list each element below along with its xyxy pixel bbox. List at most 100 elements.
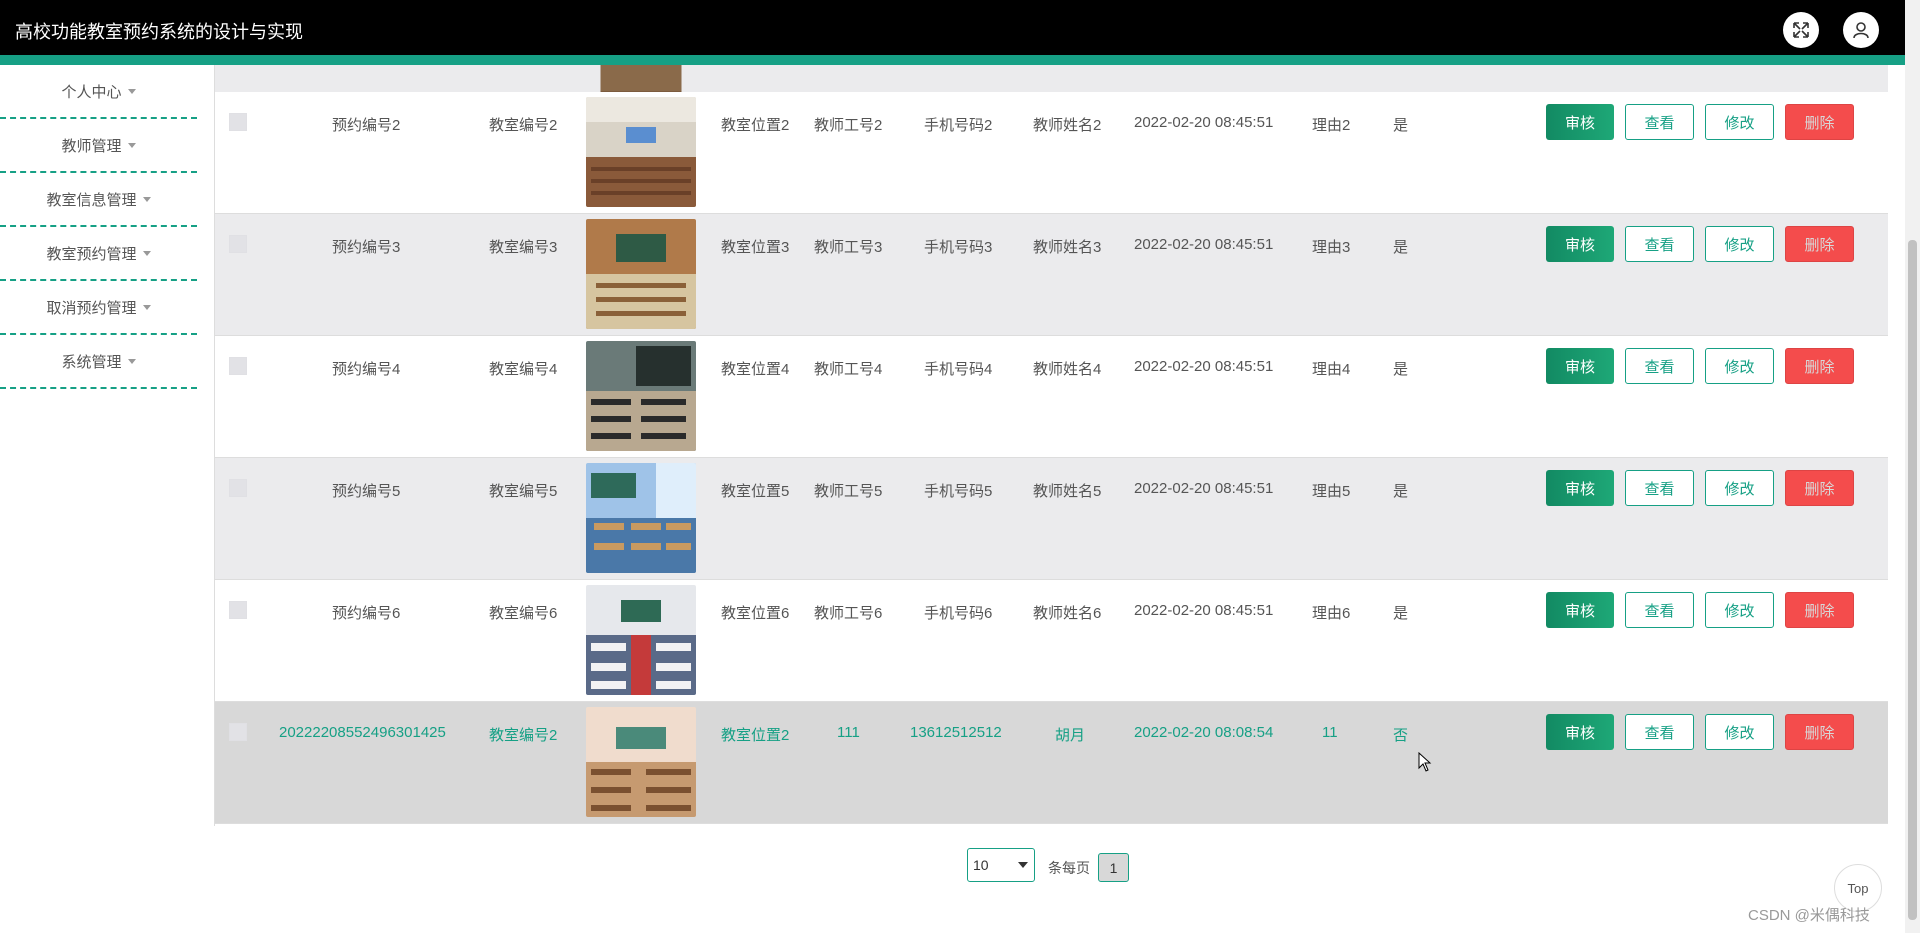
view-button[interactable]: 查看: [1625, 470, 1694, 506]
approved-status: 是: [1393, 239, 1409, 256]
fullscreen-icon[interactable]: [1783, 12, 1819, 48]
classroom-number: 教室编号4: [489, 361, 558, 378]
classroom-number: 教室编号2: [489, 117, 558, 134]
edit-button[interactable]: 修改: [1705, 104, 1774, 140]
delete-button[interactable]: 删除: [1785, 226, 1854, 262]
table-row: 预约编号3 教室编号3 教室位置3 教师工号3 手机号码3 教师姓名3 2022…: [215, 214, 1888, 336]
page-number-button[interactable]: 1: [1098, 853, 1129, 882]
caret-down-icon: [127, 88, 136, 94]
approved-status: 是: [1393, 605, 1409, 622]
audit-button[interactable]: 审核: [1546, 104, 1614, 140]
view-button[interactable]: 查看: [1625, 104, 1694, 140]
booking-reason: 理由4: [1312, 361, 1351, 378]
view-button[interactable]: 查看: [1625, 348, 1694, 384]
caret-down-icon: [127, 358, 136, 364]
scrollbar-thumb[interactable]: [1908, 240, 1917, 920]
edit-button[interactable]: 修改: [1705, 226, 1774, 262]
classroom-thumbnail: [586, 463, 696, 573]
sidebar-item-system-management[interactable]: 系统管理: [0, 335, 197, 389]
table-row: 预约编号4 教室编号4 教室位置4 教师工号4 手机号码4 教师姓名4 2022…: [215, 336, 1888, 458]
booking-number: 预约编号4: [332, 361, 401, 378]
teacher-name: 胡月: [1055, 727, 1086, 744]
classroom-location: 教室位置2: [721, 117, 790, 134]
caret-down-icon: [142, 196, 151, 202]
phone-number: 手机号码6: [924, 605, 993, 622]
booking-reason: 理由2: [1312, 117, 1351, 134]
user-icon[interactable]: [1843, 12, 1879, 48]
caret-down-icon: [142, 250, 151, 256]
row-checkbox[interactable]: [229, 357, 247, 375]
sidebar-item-cancel-booking[interactable]: 取消预约管理: [0, 281, 197, 335]
audit-button[interactable]: 审核: [1546, 348, 1614, 384]
classroom-location: 教室位置6: [721, 605, 790, 622]
teacher-id: 教师工号2: [814, 117, 883, 134]
approved-status: 否: [1393, 727, 1409, 744]
booking-time: 2022-02-20 08:45:51: [1134, 480, 1274, 497]
teacher-id: 教师工号4: [814, 361, 883, 378]
booking-reason: 理由6: [1312, 605, 1351, 622]
view-button[interactable]: 查看: [1625, 714, 1694, 750]
classroom-location: 教室位置3: [721, 239, 790, 256]
classroom-location: 教室位置5: [721, 483, 790, 500]
delete-button[interactable]: 删除: [1785, 592, 1854, 628]
booking-reason: 理由3: [1312, 239, 1351, 256]
sidebar: 个人中心 教师管理 教室信息管理 教室预约管理 取消预约管理 系统管理: [0, 65, 197, 933]
row-checkbox[interactable]: [229, 235, 247, 253]
booking-number: 预约编号5: [332, 483, 401, 500]
booking-time: 2022-02-20 08:45:51: [1134, 602, 1274, 619]
classroom-thumbnail: [586, 707, 696, 817]
mouse-cursor-icon: [1418, 752, 1432, 772]
sidebar-item-teacher-management[interactable]: 教师管理: [0, 119, 197, 173]
booking-table: 预约编号2 教室编号2 教室位置2 教师工号2 手机号码2 教师姓名2 2022…: [214, 65, 1888, 826]
booking-number: 预约编号6: [332, 605, 401, 622]
phone-number: 13612512512: [910, 724, 1002, 741]
approved-status: 是: [1393, 483, 1409, 500]
edit-button[interactable]: 修改: [1705, 348, 1774, 384]
classroom-location: 教室位置4: [721, 361, 790, 378]
phone-number: 手机号码4: [924, 361, 993, 378]
delete-button[interactable]: 删除: [1785, 104, 1854, 140]
row-checkbox[interactable]: [229, 113, 247, 131]
teacher-id: 111: [837, 724, 860, 741]
audit-button[interactable]: 审核: [1546, 592, 1614, 628]
table-row: 预约编号5 教室编号5 教室位置5 教师工号5 手机号码5 教师姓名5 2022…: [215, 458, 1888, 580]
row-checkbox[interactable]: [229, 479, 247, 497]
teacher-id: 教师工号6: [814, 605, 883, 622]
per-page-label: 条每页: [1048, 860, 1090, 876]
teacher-id: 教师工号5: [814, 483, 883, 500]
audit-button[interactable]: 审核: [1546, 714, 1614, 750]
delete-button[interactable]: 删除: [1785, 714, 1854, 750]
view-button[interactable]: 查看: [1625, 592, 1694, 628]
booking-reason: 理由5: [1312, 483, 1351, 500]
teacher-name: 教师姓名3: [1033, 239, 1102, 256]
booking-time: 2022-02-20 08:45:51: [1134, 236, 1274, 253]
view-button[interactable]: 查看: [1625, 226, 1694, 262]
classroom-number: 教室编号6: [489, 605, 558, 622]
delete-button[interactable]: 删除: [1785, 470, 1854, 506]
edit-button[interactable]: 修改: [1705, 592, 1774, 628]
caret-down-icon: [142, 304, 151, 310]
classroom-number: 教室编号2: [489, 727, 558, 744]
table-row: 预约编号6 教室编号6 教室位置6 教师工号6 手机号码6 教师姓名6 2022…: [215, 580, 1888, 702]
phone-number: 手机号码5: [924, 483, 993, 500]
teacher-name: 教师姓名2: [1033, 117, 1102, 134]
booking-reason: 11: [1322, 724, 1338, 741]
edit-button[interactable]: 修改: [1705, 470, 1774, 506]
sidebar-item-classroom-booking[interactable]: 教室预约管理: [0, 227, 197, 281]
sidebar-item-personal-center[interactable]: 个人中心: [0, 65, 197, 119]
row-checkbox[interactable]: [229, 601, 247, 619]
audit-button[interactable]: 审核: [1546, 470, 1614, 506]
phone-number: 手机号码3: [924, 239, 993, 256]
delete-button[interactable]: 删除: [1785, 348, 1854, 384]
classroom-thumbnail: [586, 97, 696, 207]
page-size-select[interactable]: 10: [967, 848, 1035, 882]
caret-down-icon: [127, 142, 136, 148]
booking-time: 2022-02-20 08:45:51: [1134, 358, 1274, 375]
booking-number: 预约编号3: [332, 239, 401, 256]
app-title: 高校功能教室预约系统的设计与实现: [15, 22, 303, 42]
row-checkbox[interactable]: [229, 723, 247, 741]
audit-button[interactable]: 审核: [1546, 226, 1614, 262]
classroom-number: 教室编号3: [489, 239, 558, 256]
sidebar-item-classroom-info[interactable]: 教室信息管理: [0, 173, 197, 227]
edit-button[interactable]: 修改: [1705, 714, 1774, 750]
